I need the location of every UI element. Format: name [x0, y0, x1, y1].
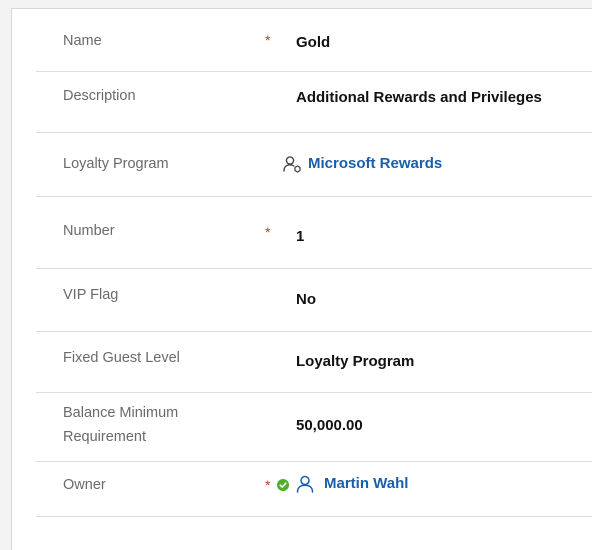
field-row-name: Name * Gold	[36, 9, 592, 72]
required-indicator: *	[265, 224, 271, 240]
field-label-number: Number	[63, 223, 115, 239]
field-row-loyalty-program: Loyalty Program Microsoft Rewards	[36, 132, 592, 197]
field-label-loyalty-program: Loyalty Program	[63, 156, 169, 172]
field-row-vip-flag: VIP Flag No	[36, 268, 592, 332]
field-label-balance-minimum-line2: Requirement	[63, 429, 147, 445]
field-label-owner: Owner	[63, 477, 106, 493]
field-row-fixed-guest-level: Fixed Guest Level Loyalty Program	[36, 331, 592, 393]
owner-link[interactable]: Martin Wahl	[324, 473, 408, 494]
field-row-number: Number * 1	[36, 196, 592, 269]
field-label-vip-flag: VIP Flag	[63, 287, 119, 303]
required-indicator: *	[265, 32, 271, 48]
field-value-balance-minimum[interactable]: 50,000.00	[296, 415, 363, 436]
field-value-description[interactable]: Additional Rewards and Privileges	[296, 87, 542, 108]
loyalty-program-link[interactable]: Microsoft Rewards	[308, 153, 442, 174]
field-row-description: Description Additional Rewards and Privi…	[36, 71, 592, 133]
owner-lookup[interactable]: Martin Wahl	[295, 473, 408, 494]
field-row-balance-minimum: Balance Minimum Requirement 50,000.00	[36, 392, 592, 462]
person-icon	[295, 474, 315, 494]
field-value-number[interactable]: 1	[296, 226, 304, 247]
field-label-fixed-guest-level: Fixed Guest Level	[63, 350, 180, 366]
field-value-name[interactable]: Gold	[296, 32, 330, 53]
field-label-description: Description	[63, 88, 136, 104]
field-value-vip-flag[interactable]: No	[296, 289, 316, 310]
account-lookup-icon	[282, 154, 302, 174]
loyalty-program-lookup[interactable]: Microsoft Rewards	[282, 153, 442, 174]
field-row-owner: Owner * Martin Wahl	[36, 461, 592, 517]
available-status-icon	[277, 478, 289, 491]
field-label-balance-minimum-line1: Balance Minimum	[63, 405, 179, 421]
required-indicator: *	[265, 477, 271, 493]
field-value-fixed-guest-level[interactable]: Loyalty Program	[296, 351, 414, 372]
field-label-name: Name	[63, 33, 102, 49]
record-form-card: Name * Gold Description Additional Rewar…	[11, 8, 592, 550]
